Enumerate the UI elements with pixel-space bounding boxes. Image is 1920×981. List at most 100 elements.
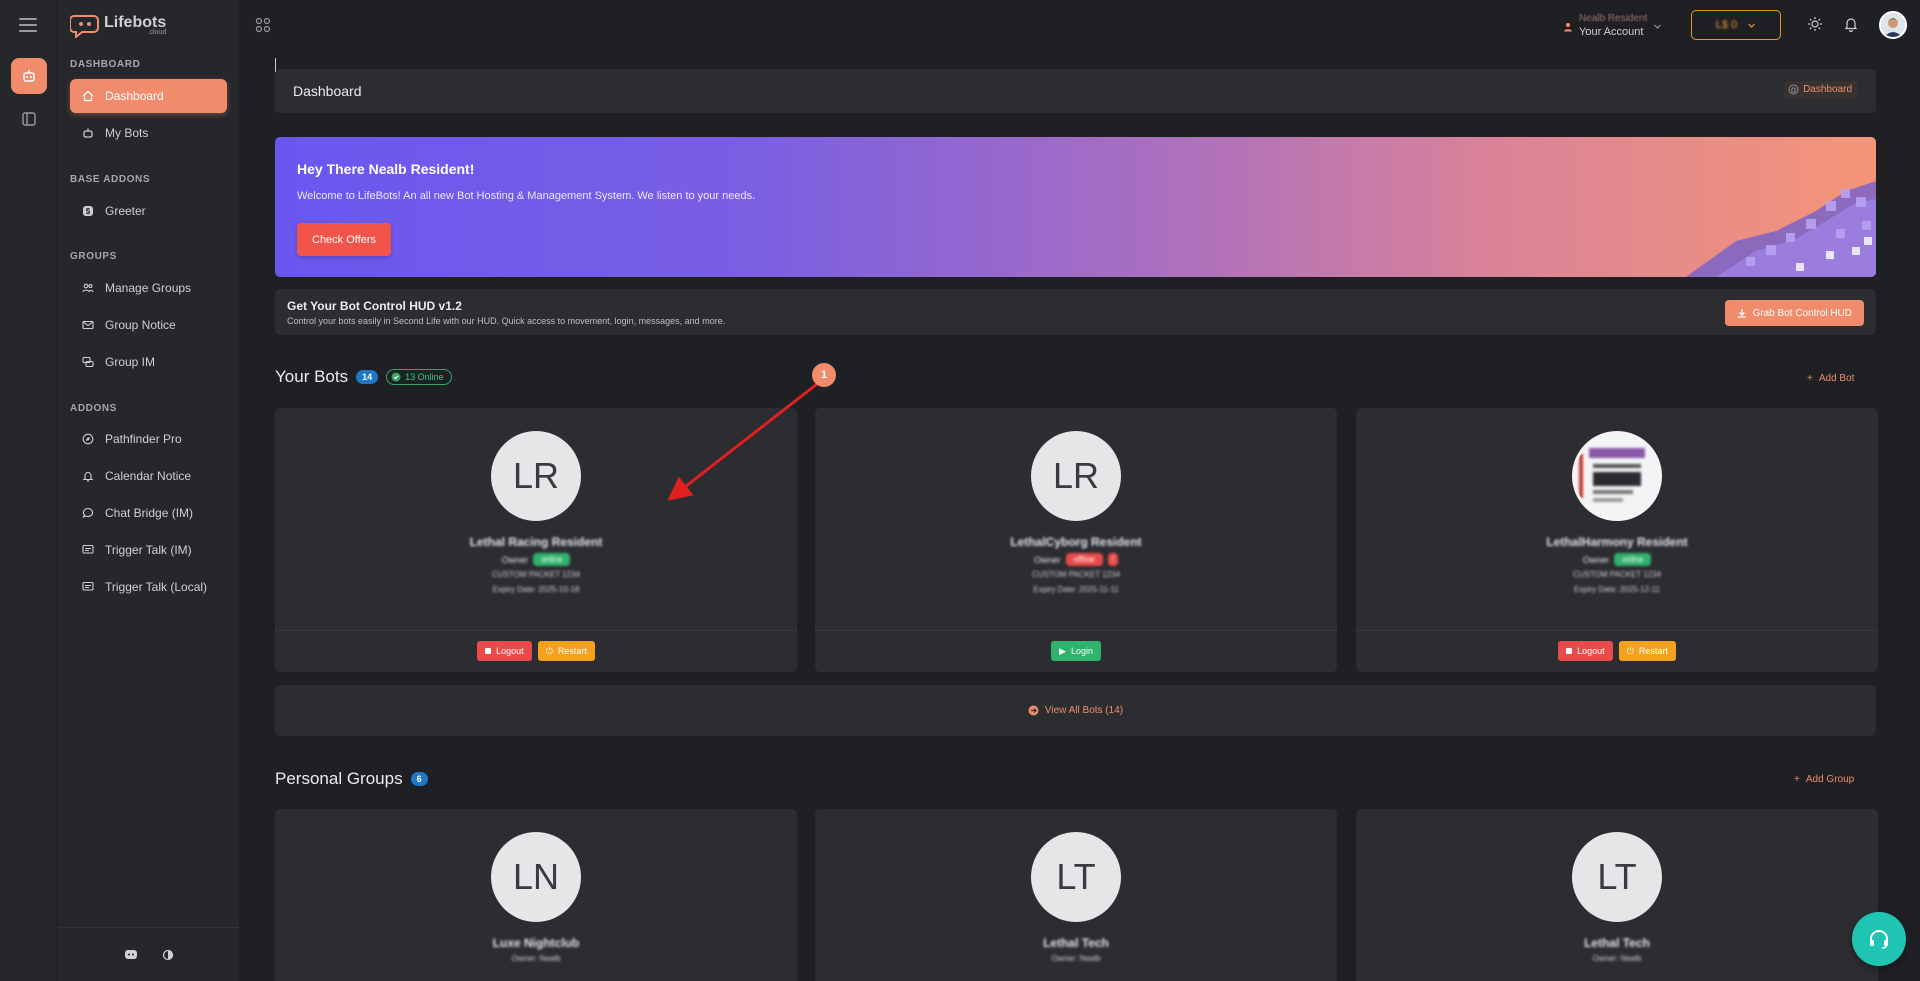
sidebar-item-trigger-talk-im[interactable]: Trigger Talk (IM) — [70, 533, 227, 567]
logo[interactable]: Lifebots .cloud — [70, 12, 166, 38]
online-badge: 13 Online — [386, 369, 452, 385]
bot-actions: Logout ⏻ Restart — [275, 641, 797, 661]
bot-status-row: Owner online — [275, 553, 797, 566]
restart-button[interactable]: ⏻ Restart — [1618, 641, 1676, 661]
arrow-circle-icon — [1028, 705, 1039, 716]
logout-button[interactable]: Logout — [477, 641, 532, 661]
bot-package: CUSTOM PACKET 1234 — [1572, 570, 1662, 579]
groups-section-header: Personal Groups 6 — [275, 769, 428, 789]
bot-package: CUSTOM PACKET 1234 — [491, 570, 581, 579]
section-title-groups: GROUPS — [70, 251, 117, 262]
bot-name[interactable]: Lethal Racing Resident — [275, 535, 797, 549]
card-divider — [815, 630, 1337, 631]
home-icon — [82, 90, 94, 102]
restart-icon: ⏻ — [1626, 645, 1634, 656]
bot-avatar-image — [1572, 431, 1662, 521]
sidebar-item-label: My Bots — [105, 126, 149, 140]
notification-bell-icon[interactable] — [1842, 15, 1860, 33]
bot-actions: Logout ⏻ Restart — [1356, 641, 1878, 661]
theme-toggle-icon[interactable] — [162, 949, 174, 961]
hud-promo: Get Your Bot Control HUD v1.2 Control yo… — [275, 289, 1876, 335]
view-all-bots-button[interactable]: View All Bots (14) — [275, 685, 1876, 736]
restart-button[interactable]: ⏻ Restart — [537, 641, 595, 661]
logout-label: Logout — [496, 646, 524, 656]
sidebar-item-trigger-talk-local[interactable]: Trigger Talk (Local) — [70, 570, 227, 604]
bot-expiry: Expiry Date: 2025-11-11 — [1033, 585, 1119, 594]
group-card: LT Lethal Tech Owner: Nealb — [1356, 809, 1878, 981]
account-menu[interactable]: Nealb Resident Your Account — [1563, 13, 1662, 38]
plus-icon: + — [1807, 373, 1813, 384]
group-subtitle: Owner: Nealb — [1051, 954, 1101, 963]
sidebar-item-group-notice[interactable]: Group Notice — [70, 308, 227, 342]
login-button[interactable]: ▶ Login — [1051, 641, 1101, 661]
banner-greeting: Hey There Nealb Resident! — [297, 161, 475, 177]
sidebar: Lifebots .cloud DASHBOARD Dashboard My B… — [58, 0, 239, 981]
restart-icon: ⏻ — [545, 645, 553, 656]
sidebar-item-group-im[interactable]: Group IM — [70, 345, 227, 379]
bot-package: CUSTOM PACKET 1234 — [1031, 570, 1121, 579]
bot-status-row: Owner offline ! — [815, 553, 1337, 566]
grab-hud-button[interactable]: Grab Bot Control HUD — [1724, 300, 1864, 326]
user-icon — [1564, 23, 1572, 32]
bot-avatar: LR — [491, 431, 581, 521]
sidebar-item-label: Trigger Talk (Local) — [105, 580, 208, 594]
chat-icon — [82, 356, 94, 368]
sidebar-item-my-bots[interactable]: My Bots — [70, 116, 227, 150]
section-title-base-addons: BASE ADDONS — [70, 174, 151, 185]
restart-label: Restart — [557, 646, 587, 656]
bot-name[interactable]: LethalCyborg Resident — [815, 535, 1337, 549]
group-name[interactable]: Luxe Nightclub — [275, 936, 797, 950]
sun-icon[interactable] — [1806, 15, 1824, 33]
check-circle-icon — [391, 372, 401, 382]
bot-name[interactable]: LethalHarmony Resident — [1356, 535, 1878, 549]
sidebar-item-chat-bridge[interactable]: Chat Bridge (IM) — [70, 496, 227, 530]
sidebar-item-greeter[interactable]: $ Greeter — [70, 194, 227, 228]
sidebar-item-calendar-notice[interactable]: Calendar Notice — [70, 459, 227, 493]
group-name[interactable]: Lethal Tech — [815, 936, 1337, 950]
bots-rail-button[interactable] — [11, 58, 47, 94]
balance-value: L$ 0 — [1715, 19, 1738, 31]
chevron-down-icon — [1654, 24, 1662, 29]
account-label: Your Account — [1579, 26, 1644, 38]
add-bot-link[interactable]: + Add Bot — [1807, 373, 1854, 384]
sidebar-item-label: Group IM — [105, 355, 156, 369]
sidebar-item-dashboard[interactable]: Dashboard — [70, 79, 227, 113]
bot-avatar: LR — [1031, 431, 1121, 521]
menu-icon[interactable] — [19, 18, 37, 32]
chat-bubble-icon — [82, 507, 94, 519]
svg-text:$: $ — [86, 207, 91, 216]
groups-count-badge: 6 — [410, 772, 428, 786]
bot-status-badge: offline — [1065, 553, 1103, 566]
layout-icon — [22, 112, 36, 126]
sidebar-item-manage-groups[interactable]: Manage Groups — [70, 271, 227, 305]
bot-actions: ▶ Login — [815, 641, 1337, 661]
bot-status-badge: online — [1614, 553, 1652, 566]
discord-icon[interactable] — [124, 949, 138, 961]
logout-label: Logout — [1577, 646, 1605, 656]
balance-dropdown[interactable]: L$ 0 — [1691, 10, 1781, 40]
bot-card: LethalHarmony Resident Owner online CUST… — [1356, 408, 1878, 672]
add-group-link[interactable]: + Add Group — [1794, 774, 1854, 785]
group-avatar: LN — [491, 832, 581, 922]
bot-status-row: Owner online — [1356, 553, 1878, 566]
view-all-label: View All Bots (14) — [1044, 705, 1124, 716]
support-chat-button[interactable] — [1852, 912, 1906, 966]
dollar-icon: $ — [82, 205, 94, 217]
main-content: Dashboard Dashboard Hey There Nealb Resi… — [239, 50, 1920, 981]
group-name[interactable]: Lethal Tech — [1356, 936, 1878, 950]
layout-rail-button[interactable] — [11, 101, 47, 137]
mail-icon — [82, 319, 94, 331]
check-offers-button[interactable]: Check Offers — [297, 223, 391, 256]
sidebar-item-pathfinder-pro[interactable]: Pathfinder Pro — [70, 422, 227, 456]
stop-icon — [1566, 648, 1573, 654]
logout-button[interactable]: Logout — [1558, 641, 1613, 661]
add-bot-label: Add Bot — [1818, 373, 1855, 384]
robot-icon — [23, 70, 35, 82]
group-card: LN Luxe Nightclub Owner: Nealb — [275, 809, 797, 981]
sidebar-item-label: Dashboard — [105, 89, 164, 103]
robot-icon — [82, 127, 94, 139]
breadcrumb[interactable]: Dashboard — [1784, 81, 1858, 98]
sidebar-item-label: Calendar Notice — [105, 469, 192, 483]
user-avatar[interactable] — [1879, 11, 1907, 39]
apps-icon[interactable] — [255, 17, 271, 38]
